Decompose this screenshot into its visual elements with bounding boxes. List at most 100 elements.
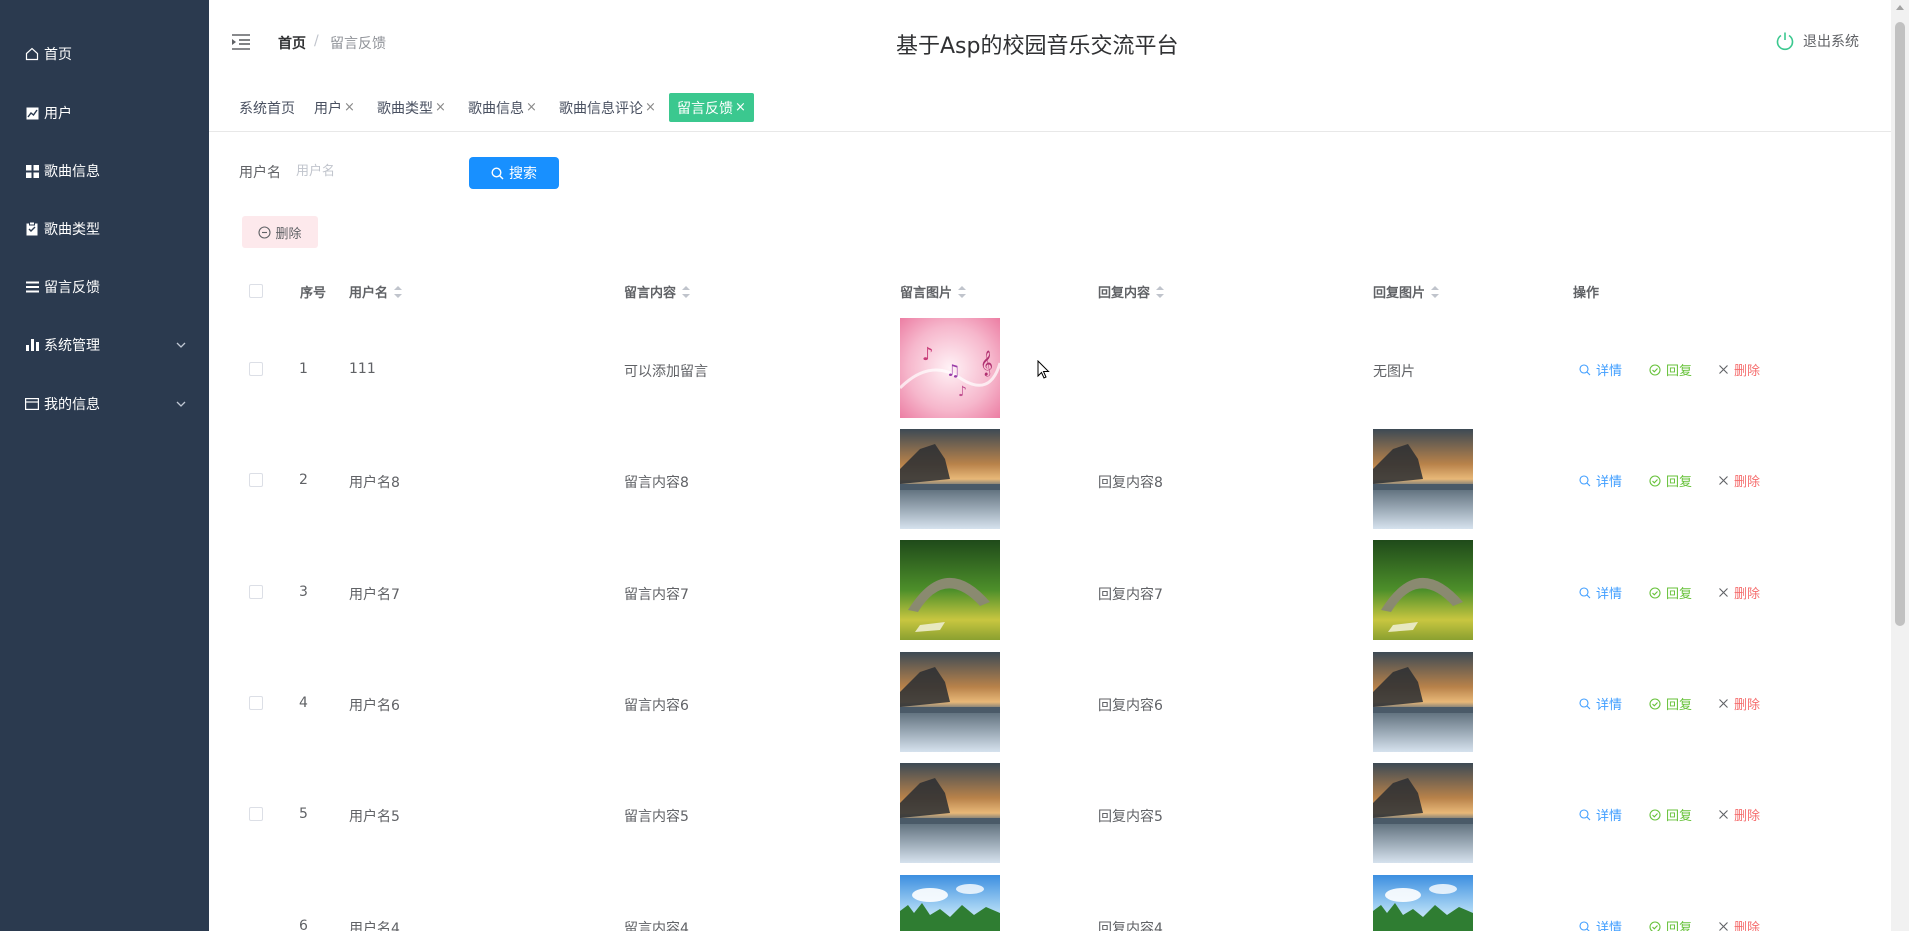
tab-users[interactable]: 用户 ×: [314, 93, 355, 122]
close-icon[interactable]: ×: [435, 100, 446, 115]
reply-image[interactable]: [1373, 763, 1473, 863]
cell-username: 用户名6: [349, 698, 400, 714]
row-checkbox[interactable]: [249, 807, 263, 821]
reply-image[interactable]: [1373, 875, 1473, 931]
sidebar-item-home[interactable]: 首页: [0, 25, 209, 83]
column-header-reply[interactable]: 回复内容: [1098, 282, 1165, 301]
row-checkbox[interactable]: [249, 696, 263, 710]
detail-button[interactable]: 详情: [1579, 805, 1622, 824]
sort-icon[interactable]: [394, 285, 403, 298]
tab-label: 歌曲信息: [468, 100, 524, 117]
column-header-actions: 操作: [1573, 282, 1599, 301]
message-image[interactable]: ♪ ♫ 𝄞 ♪: [900, 318, 1000, 418]
scrollbar-thumb[interactable]: [1895, 22, 1905, 626]
tab-song-comments[interactable]: 歌曲信息评论 ×: [559, 93, 656, 122]
reply-button[interactable]: 回复: [1649, 694, 1692, 713]
chart-image-icon: [24, 105, 40, 121]
close-icon: [1719, 922, 1728, 931]
check-circle-icon: [1649, 474, 1661, 487]
reply-button[interactable]: 回复: [1649, 583, 1692, 602]
column-header-reply-image[interactable]: 回复图片: [1373, 282, 1440, 301]
cell-index: 4: [299, 695, 308, 711]
detail-button[interactable]: 详情: [1579, 694, 1622, 713]
detail-button[interactable]: 详情: [1579, 583, 1622, 602]
batch-delete-button[interactable]: 删除: [242, 216, 318, 248]
close-icon[interactable]: ×: [735, 100, 746, 115]
sidebar-item-songs[interactable]: 歌曲信息: [0, 142, 209, 200]
message-image[interactable]: [900, 540, 1000, 640]
search-button[interactable]: 搜索: [469, 157, 559, 189]
row-checkbox[interactable]: [249, 362, 263, 376]
close-icon[interactable]: ×: [645, 100, 656, 115]
home-icon: [24, 46, 40, 62]
logout-label: 退出系统: [1803, 34, 1859, 50]
reply-button[interactable]: 回复: [1649, 917, 1692, 931]
menu-fold-icon[interactable]: [231, 33, 251, 51]
detail-button[interactable]: 详情: [1579, 471, 1622, 490]
svg-text:𝄞: 𝄞: [980, 350, 993, 376]
delete-button[interactable]: 删除: [1718, 583, 1760, 602]
cell-reply: 回复内容7: [1098, 587, 1163, 603]
sidebar-item-feedback[interactable]: 留言反馈: [0, 258, 209, 316]
tab-song-info[interactable]: 歌曲信息 ×: [468, 93, 537, 122]
column-header-image[interactable]: 留言图片: [900, 282, 967, 301]
reply-image[interactable]: [1373, 429, 1473, 529]
close-icon[interactable]: ×: [526, 100, 537, 115]
cell-content: 留言内容5: [624, 809, 689, 825]
delete-button[interactable]: 删除: [1718, 917, 1760, 931]
tab-song-types[interactable]: 歌曲类型 ×: [377, 93, 446, 122]
delete-button[interactable]: 删除: [1718, 471, 1760, 490]
reply-label: 回复: [1666, 809, 1693, 824]
delete-button[interactable]: 删除: [1718, 360, 1760, 379]
delete-button[interactable]: 删除: [1718, 694, 1760, 713]
tab-system-home[interactable]: 系统首页: [239, 93, 295, 122]
reply-label: 回复: [1666, 921, 1693, 931]
scroll-up-arrow-icon[interactable]: [1896, 5, 1904, 10]
column-header-index: 序号: [300, 282, 326, 301]
grid-icon: [24, 163, 40, 179]
detail-button[interactable]: 详情: [1579, 917, 1622, 931]
row-checkbox[interactable]: [249, 473, 263, 487]
sort-icon[interactable]: [682, 285, 691, 298]
sort-icon[interactable]: [1156, 285, 1165, 298]
select-all-checkbox[interactable]: [249, 284, 263, 298]
message-image[interactable]: [900, 875, 1000, 931]
sidebar-item-system-management[interactable]: 系统管理: [0, 316, 209, 374]
delete-button[interactable]: 删除: [1718, 805, 1760, 824]
reply-button[interactable]: 回复: [1649, 360, 1692, 379]
column-header-content[interactable]: 留言内容: [624, 282, 691, 301]
cell-username: 用户名8: [349, 475, 400, 491]
sort-icon[interactable]: [1431, 285, 1440, 298]
row-checkbox[interactable]: [249, 585, 263, 599]
detail-button[interactable]: 详情: [1579, 360, 1622, 379]
sort-icon[interactable]: [958, 285, 967, 298]
close-icon[interactable]: ×: [344, 100, 355, 115]
message-image[interactable]: [900, 652, 1000, 752]
card-icon: [24, 396, 40, 412]
logout-button[interactable]: 退出系统: [1775, 31, 1859, 51]
page-title: 基于Asp的校园音乐交流平台: [896, 34, 1179, 59]
cell-username: 用户名5: [349, 809, 400, 825]
cell-index: 2: [299, 472, 308, 488]
check-circle-icon: [1649, 808, 1661, 821]
list-icon: [24, 279, 40, 295]
delete-label: 删除: [1734, 587, 1761, 602]
sidebar-item-song-types[interactable]: 歌曲类型: [0, 200, 209, 258]
column-header-username[interactable]: 用户名: [349, 282, 403, 301]
message-image[interactable]: [900, 763, 1000, 863]
reply-image[interactable]: [1373, 652, 1473, 752]
reply-image[interactable]: [1373, 540, 1473, 640]
sidebar-item-users[interactable]: 用户: [0, 84, 209, 142]
username-search-input[interactable]: [296, 157, 456, 185]
reply-button[interactable]: 回复: [1649, 471, 1692, 490]
header-label: 序号: [300, 286, 327, 301]
sidebar-item-my-info[interactable]: 我的信息: [0, 375, 209, 433]
sidebar-item-label: 留言反馈: [44, 280, 100, 296]
check-circle-icon: [1649, 586, 1661, 599]
breadcrumb-home[interactable]: 首页: [278, 33, 306, 53]
message-image[interactable]: [900, 429, 1000, 529]
tab-feedback[interactable]: 留言反馈 ×: [669, 93, 754, 122]
bar-chart-icon: [24, 337, 40, 353]
header-label: 用户名: [349, 286, 389, 301]
reply-button[interactable]: 回复: [1649, 805, 1692, 824]
